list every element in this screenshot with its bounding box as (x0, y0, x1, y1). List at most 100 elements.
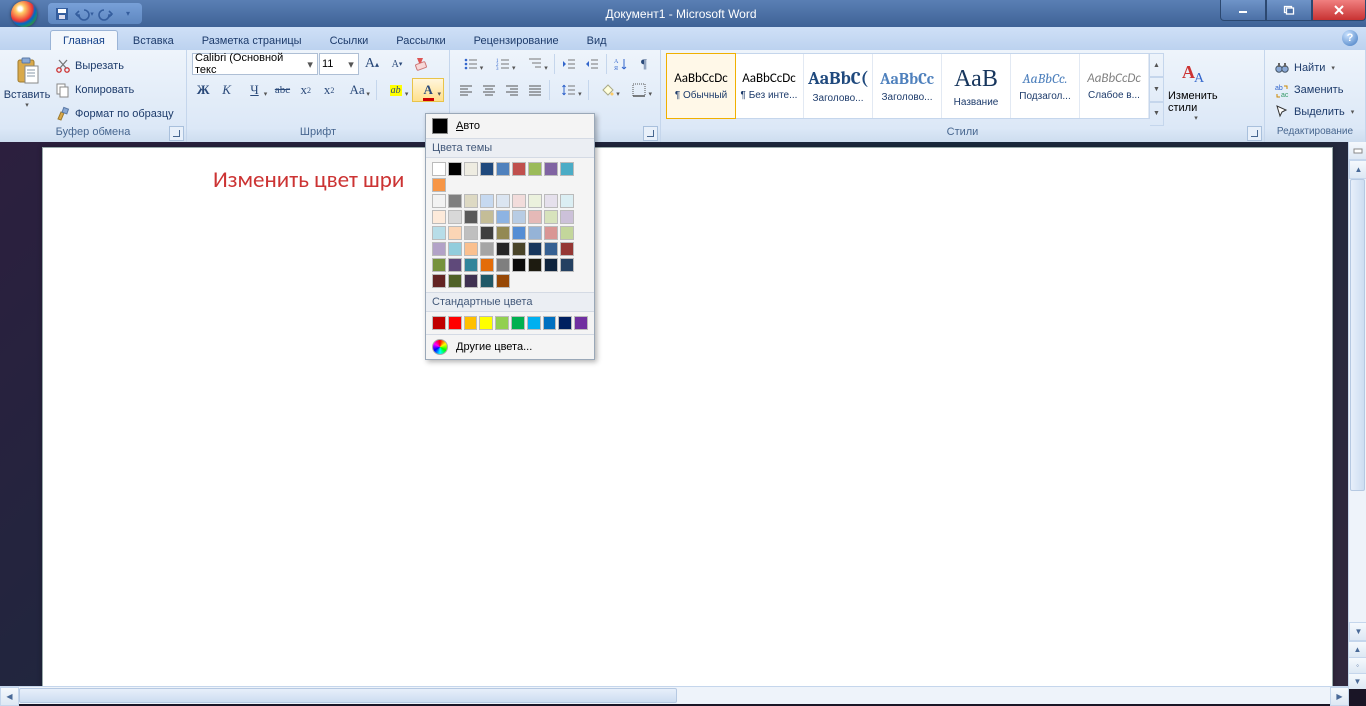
color-swatch[interactable] (496, 242, 510, 256)
highlight-button[interactable]: ab (380, 78, 412, 102)
ruler-toggle-button[interactable] (1349, 142, 1366, 160)
color-swatch[interactable] (496, 210, 510, 224)
find-button[interactable]: Найти▾ (1270, 57, 1360, 79)
scroll-h-thumb[interactable] (19, 688, 677, 703)
color-swatch[interactable] (560, 258, 574, 272)
color-swatch[interactable] (432, 226, 446, 240)
color-swatch[interactable] (480, 258, 494, 272)
style-item[interactable]: AaBbCcЗаголово... (873, 54, 942, 118)
grow-font-button[interactable]: A▴ (360, 52, 384, 76)
maximize-button[interactable] (1266, 0, 1312, 21)
color-swatch[interactable] (480, 274, 494, 288)
color-swatch[interactable] (464, 242, 478, 256)
prev-page-button[interactable]: ▲ (1349, 641, 1366, 657)
clipboard-dialog-launcher[interactable] (169, 126, 184, 141)
scroll-right-button[interactable]: ▶ (1330, 687, 1349, 706)
show-marks-button[interactable]: ¶ (633, 52, 655, 76)
replace-button[interactable]: abac Заменить (1270, 79, 1360, 101)
undo-icon[interactable]: ▾ (76, 6, 92, 22)
inc-indent-button[interactable] (581, 52, 603, 76)
color-swatch[interactable] (544, 242, 558, 256)
change-styles-button[interactable]: AA Изменить стили ▾ (1168, 53, 1224, 126)
sort-button[interactable]: AЯ (610, 52, 632, 76)
color-swatch[interactable] (448, 226, 462, 240)
color-swatch[interactable] (432, 316, 446, 330)
color-swatch[interactable] (432, 194, 446, 208)
align-left-button[interactable] (455, 78, 477, 102)
paste-button[interactable]: Вставить ▾ (5, 53, 49, 126)
color-swatch[interactable] (558, 316, 572, 330)
justify-button[interactable] (524, 78, 546, 102)
color-swatch[interactable] (480, 194, 494, 208)
color-swatch[interactable] (511, 316, 525, 330)
save-icon[interactable] (54, 6, 70, 22)
tab-Вид[interactable]: Вид (574, 30, 620, 50)
color-swatch[interactable] (448, 242, 462, 256)
color-swatch[interactable] (432, 210, 446, 224)
color-swatch[interactable] (432, 178, 446, 192)
next-page-button[interactable]: ▼ (1349, 673, 1366, 689)
font-size-combo[interactable]: 11▾ (319, 53, 359, 75)
color-swatch[interactable] (480, 226, 494, 240)
color-swatch[interactable] (464, 226, 478, 240)
cut-button[interactable]: Вырезать (53, 55, 176, 77)
help-button[interactable]: ? (1342, 30, 1358, 46)
font-name-combo[interactable]: Calibri (Основной текс▾ (192, 53, 318, 75)
color-swatch[interactable] (432, 162, 446, 176)
color-swatch[interactable] (480, 210, 494, 224)
style-item[interactable]: AaBbCcDc¶ Обычный (666, 53, 736, 119)
line-spacing-button[interactable] (553, 78, 584, 102)
color-swatch[interactable] (512, 210, 526, 224)
color-auto-button[interactable]: Авто (426, 114, 594, 138)
color-swatch[interactable] (560, 194, 574, 208)
gallery-down-button[interactable]: ▼ (1150, 77, 1164, 101)
color-swatch[interactable] (464, 194, 478, 208)
color-swatch[interactable] (448, 162, 462, 176)
scroll-up-button[interactable]: ▲ (1349, 160, 1366, 179)
bold-button[interactable]: Ж (192, 78, 214, 102)
office-button[interactable] (4, 0, 44, 27)
color-swatch[interactable] (432, 242, 446, 256)
color-swatch[interactable] (544, 162, 558, 176)
tab-Главная[interactable]: Главная (50, 30, 118, 50)
bullets-button[interactable] (455, 52, 486, 76)
color-swatch[interactable] (448, 316, 462, 330)
color-swatch[interactable] (464, 316, 478, 330)
color-swatch[interactable] (495, 316, 509, 330)
color-swatch[interactable] (464, 210, 478, 224)
color-swatch[interactable] (448, 274, 462, 288)
color-swatch[interactable] (560, 226, 574, 240)
minimize-button[interactable] (1220, 0, 1266, 21)
font-color-button[interactable]: A (412, 78, 444, 102)
color-swatch[interactable] (560, 210, 574, 224)
color-swatch[interactable] (512, 194, 526, 208)
color-swatch[interactable] (528, 258, 542, 272)
color-swatch[interactable] (496, 162, 510, 176)
color-swatch[interactable] (560, 162, 574, 176)
color-swatch[interactable] (448, 258, 462, 272)
color-swatch[interactable] (496, 226, 510, 240)
borders-button[interactable] (624, 78, 655, 102)
tab-Разметка страницы[interactable]: Разметка страницы (189, 30, 315, 50)
copy-button[interactable]: Копировать (53, 79, 176, 101)
color-swatch[interactable] (560, 242, 574, 256)
qat-customize-icon[interactable]: ▾ (120, 6, 136, 22)
styles-dialog-launcher[interactable] (1247, 126, 1262, 141)
color-swatch[interactable] (512, 258, 526, 272)
superscript-button[interactable]: x2 (318, 78, 340, 102)
color-swatch[interactable] (512, 162, 526, 176)
color-swatch[interactable] (512, 226, 526, 240)
style-item[interactable]: AaBbCc.Подзагол... (1011, 54, 1080, 118)
color-swatch[interactable] (528, 226, 542, 240)
scroll-down-button[interactable]: ▼ (1349, 622, 1366, 641)
color-swatch[interactable] (480, 162, 494, 176)
redo-icon[interactable] (98, 6, 114, 22)
styles-gallery[interactable]: AaBbCcDc¶ ОбычныйAaBbCcDc¶ Без инте...Aa… (666, 53, 1150, 119)
underline-button[interactable]: Ч (239, 78, 271, 102)
color-swatch[interactable] (496, 274, 510, 288)
dec-indent-button[interactable] (558, 52, 580, 76)
strike-button[interactable]: abc (271, 78, 293, 102)
italic-button[interactable]: К (215, 78, 237, 102)
close-button[interactable] (1312, 0, 1366, 21)
style-item[interactable]: АаВНазвание (942, 54, 1011, 118)
